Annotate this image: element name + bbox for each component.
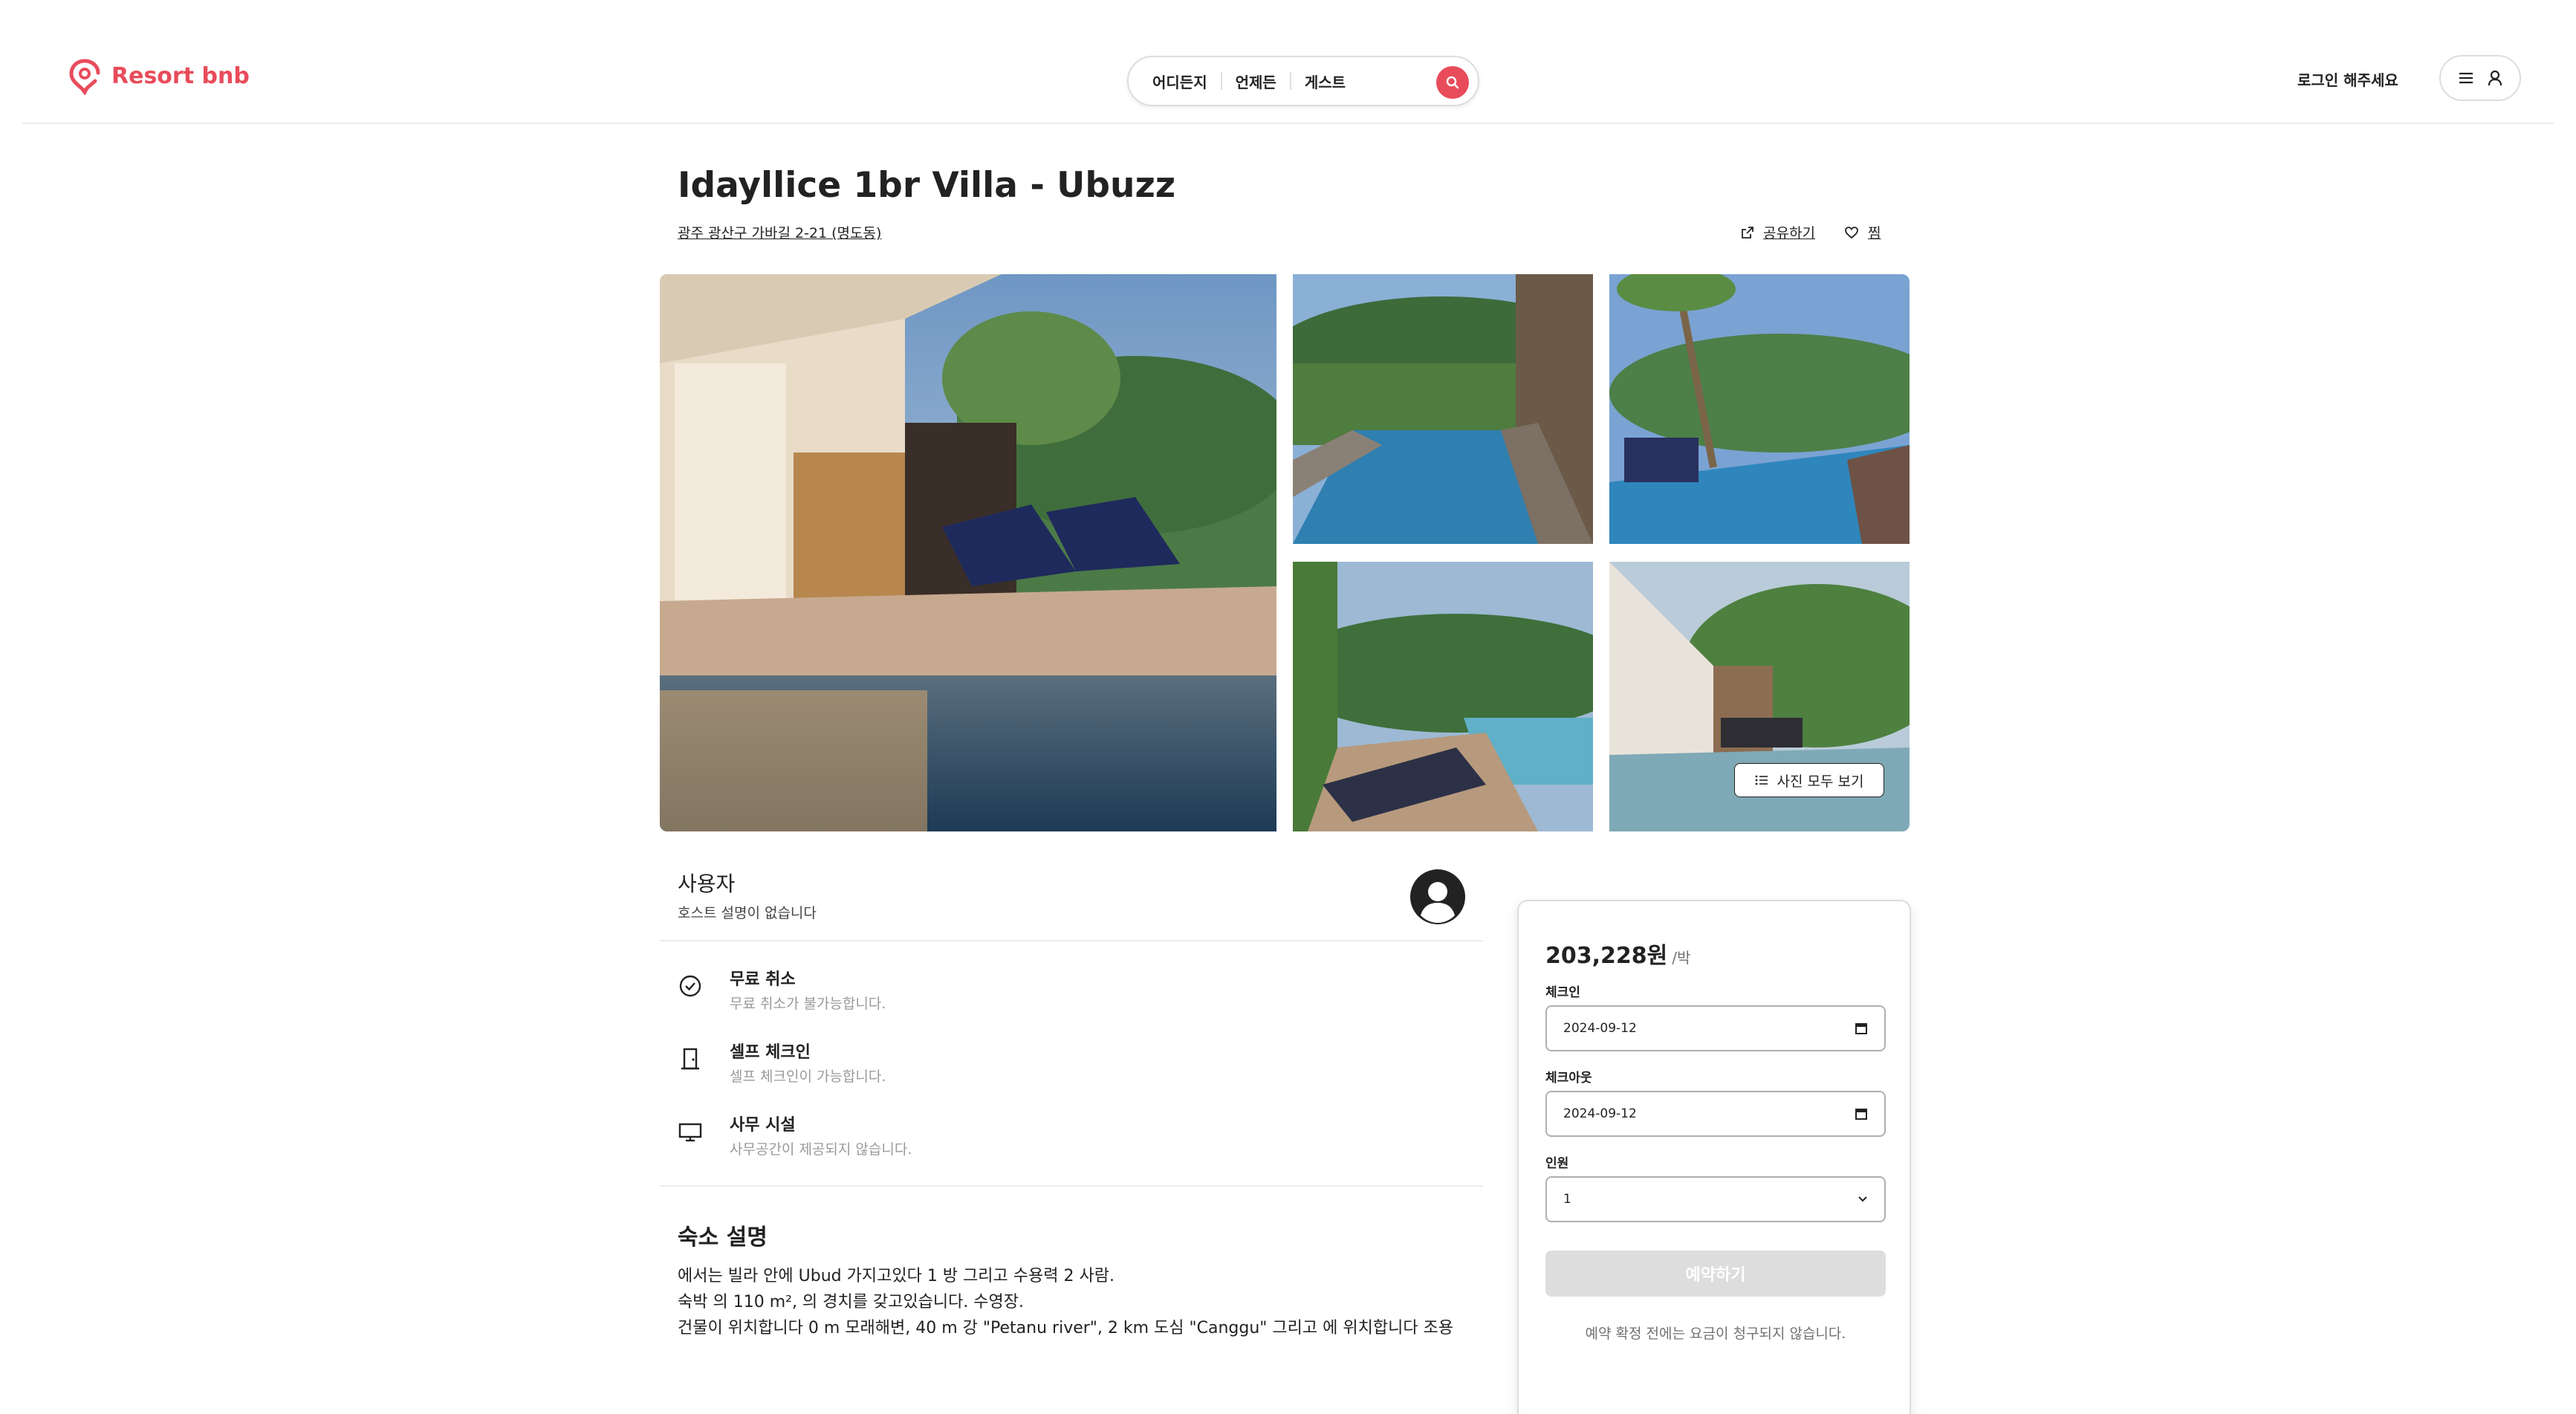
listing-title: Idayllice 1br Villa - Ubuzz — [678, 165, 1176, 206]
description-line: 건물이 위치합니다 0 m 모래해변, 40 m 강 "Petanu river… — [678, 1319, 1454, 1337]
search-guests[interactable]: 게스트 — [1305, 71, 1359, 92]
chevron-down-icon — [1858, 1196, 1867, 1202]
guests-select[interactable]: 1 — [1545, 1176, 1886, 1222]
feature-description: 무료 취소가 불가능합니다. — [730, 996, 886, 1012]
gallery-photo-3[interactable] — [1609, 274, 1910, 544]
reserve-button[interactable]: 예약하기 — [1545, 1251, 1886, 1297]
checkin-value: 2024-09-12 — [1563, 1021, 1637, 1036]
share-label: 공유하기 — [1763, 225, 1815, 241]
host-name: 사용자 — [678, 872, 736, 896]
checkout-date-input[interactable]: 2024-09-12 — [1545, 1091, 1886, 1137]
user-icon — [2488, 70, 2502, 86]
search-divider — [1220, 72, 1222, 90]
login-link[interactable]: 로그인 해주세요 — [2297, 68, 2398, 90]
jungle-pool-photo — [1293, 274, 1593, 544]
section-divider — [660, 1185, 1483, 1187]
host-description: 호스트 설명이 없습니다 — [678, 905, 817, 921]
description-line: 숙박 의 110 m², 의 경치를 갖고있습니다. 수영장. — [678, 1293, 1025, 1311]
price-unit: /박 — [1672, 949, 1691, 967]
check-circle-icon — [679, 975, 701, 997]
price-amount: 203,228원 — [1545, 943, 1668, 969]
guests-value: 1 — [1563, 1192, 1571, 1207]
checkout-label: 체크아웃 — [1545, 1071, 1592, 1086]
monitor-icon — [678, 1123, 702, 1142]
share-icon — [1742, 226, 1753, 239]
feature-title: 사무 시설 — [730, 1116, 796, 1135]
save-button[interactable]: 찜 — [1844, 222, 1881, 242]
logo[interactable]: Resort bnb — [65, 56, 250, 95]
search-where[interactable]: 어디든지 — [1152, 71, 1221, 92]
calendar-icon[interactable] — [1855, 1022, 1868, 1035]
door-icon — [681, 1048, 699, 1070]
listing-address[interactable]: 광주 광산구 가바길 2-21 (명도동) — [678, 222, 881, 242]
user-menu-button[interactable] — [2439, 55, 2521, 101]
gallery-photo-main[interactable] — [660, 274, 1276, 831]
guests-label: 인원 — [1545, 1156, 1569, 1171]
show-all-photos-button[interactable]: 사진 모두 보기 — [1734, 763, 1884, 797]
brand-name: Resort bnb — [111, 62, 250, 89]
feature-description: 사무공간이 제공되지 않습니다. — [730, 1141, 912, 1158]
infinity-pool-photo — [1609, 274, 1910, 544]
section-divider — [660, 940, 1483, 941]
checkin-label: 체크인 — [1545, 985, 1580, 1000]
gallery-photo-4[interactable] — [1293, 562, 1593, 831]
booking-notice: 예약 확정 전에는 요금이 청구되지 않습니다. — [1585, 1326, 1846, 1342]
feature-title: 무료 취소 — [730, 970, 796, 989]
share-button[interactable]: 공유하기 — [1741, 222, 1815, 242]
listing-page: Resort bnb 어디든지 언제든 게스트 로그인 해주세요 Idaylli… — [0, 0, 2576, 1414]
checkin-date-input[interactable]: 2024-09-12 — [1545, 1005, 1886, 1051]
save-label: 찜 — [1868, 225, 1881, 241]
search-when[interactable]: 언제든 — [1236, 71, 1290, 92]
brand-logo-icon — [69, 59, 100, 95]
poolside-lounger-photo — [1293, 562, 1593, 831]
villa-pool-photo — [660, 274, 1276, 831]
show-all-photos-label: 사진 모두 보기 — [1777, 773, 1864, 790]
gallery-photo-2[interactable] — [1293, 274, 1593, 544]
search-icon — [1446, 76, 1459, 89]
checkout-value: 2024-09-12 — [1563, 1106, 1637, 1121]
menu-icon — [2459, 72, 2473, 84]
description-title: 숙소 설명 — [678, 1225, 768, 1251]
booking-card: 203,228원/박 체크인 2024-09-12 체크아웃 2024-09-1… — [1517, 900, 1911, 1414]
feature-description: 셀프 체크인이 가능합니다. — [730, 1068, 886, 1085]
price: 203,228원/박 — [1545, 937, 1690, 970]
feature-title: 셀프 체크인 — [730, 1043, 811, 1062]
description-line: 에서는 빌라 안에 Ubud 가지고있다 1 방 그리고 수용력 2 사람. — [678, 1267, 1115, 1285]
avatar[interactable] — [1410, 869, 1465, 924]
calendar-icon[interactable] — [1855, 1107, 1868, 1121]
search-divider — [1289, 72, 1291, 90]
list-icon — [1755, 775, 1768, 785]
search-button[interactable] — [1436, 66, 1469, 99]
search-bar[interactable]: 어디든지 언제든 게스트 — [1127, 56, 1479, 106]
top-header: Resort bnb 어디든지 언제든 게스트 로그인 해주세요 — [22, 0, 2554, 124]
heart-icon — [1845, 226, 1858, 239]
